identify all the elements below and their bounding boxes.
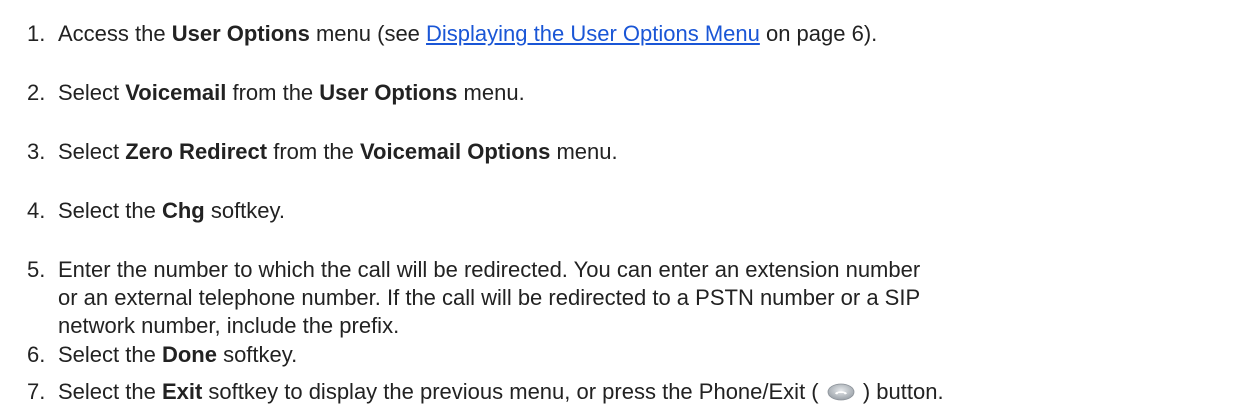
cross-reference-link[interactable]: Displaying the User Options Menu <box>426 21 760 46</box>
step-number: 2. <box>27 80 46 105</box>
step-text: Access the User Options menu (see Displa… <box>58 21 878 46</box>
step-number: 7. <box>27 379 46 404</box>
step-text: Select Voicemail from the User Options m… <box>58 80 525 105</box>
phone-exit-button-icon <box>827 380 855 401</box>
instruction-document: 1. Access the User Options menu (see Dis… <box>0 0 1237 413</box>
menu-name-user-options: User Options <box>171 21 310 46</box>
step-text-line: or an external telephone number. If the … <box>58 285 921 310</box>
option-name-voicemail: Voicemail <box>125 80 227 105</box>
menu-name-user-options: User Options <box>319 80 458 105</box>
softkey-name-exit: Exit <box>161 379 203 404</box>
step-text-line: Enter the number to which the call will … <box>58 257 921 282</box>
step-text-line: network number, include the prefix. <box>58 313 400 338</box>
step-number: 4. <box>27 198 46 223</box>
softkey-name-chg: Chg <box>161 198 205 223</box>
menu-name-voicemail-options: Voicemail Options <box>360 139 551 164</box>
option-name-zero-redirect: Zero Redirect <box>125 139 268 164</box>
step-text: Select the Chg softkey. <box>58 198 286 223</box>
step-text: Select the Done softkey. <box>58 342 298 367</box>
step-text: Enter the number to which the call will … <box>58 256 1208 340</box>
step-number: 1. <box>27 21 46 46</box>
step-number: 5. <box>27 257 46 282</box>
step-number: 3. <box>27 139 46 164</box>
step-text: Select Zero Redirect from the Voicemail … <box>58 139 618 164</box>
step-number: 6. <box>27 342 46 367</box>
softkey-name-done: Done <box>161 342 217 367</box>
step-text: Select the Exit softkey to display the p… <box>58 379 944 404</box>
